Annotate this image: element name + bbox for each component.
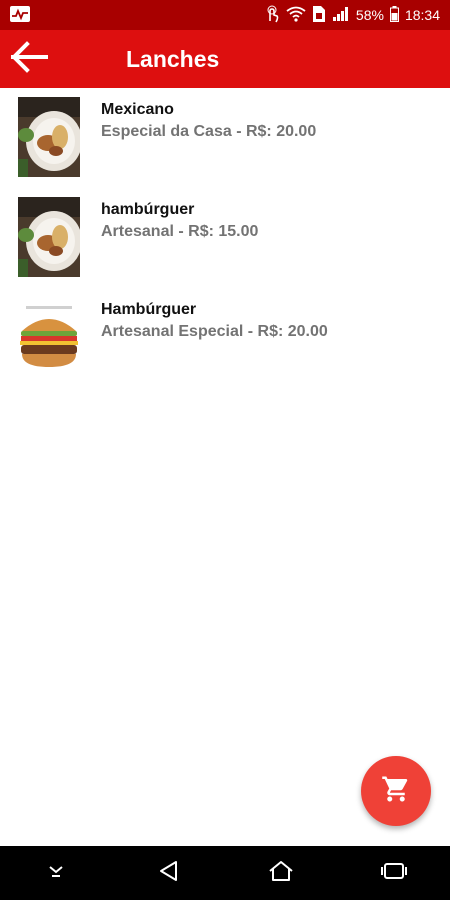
item-subtitle: Especial da Casa - R$: 20.00	[101, 123, 317, 140]
page-title: Lanches	[126, 45, 220, 72]
nav-back-button[interactable]	[139, 846, 199, 900]
home-icon	[268, 860, 294, 887]
arrow-left-icon	[9, 40, 49, 78]
item-title: Mexicano	[101, 101, 174, 118]
sim-icon	[312, 5, 326, 26]
list-item[interactable]: Hambúrguer Artesanal Especial - R$: 20.0…	[0, 288, 450, 388]
back-button[interactable]	[0, 30, 58, 88]
item-title: hambúrguer	[101, 201, 195, 218]
signal-icon	[332, 6, 350, 25]
nav-hide-button[interactable]	[26, 846, 86, 900]
status-bar: 58% 18:34	[0, 0, 450, 30]
item-title: Hambúrguer	[101, 301, 197, 318]
touch-icon	[264, 5, 280, 26]
clock: 18:34	[404, 7, 440, 23]
cart-button[interactable]	[361, 756, 431, 826]
chevron-down-icon	[47, 864, 65, 883]
recents-icon	[380, 861, 407, 886]
list-item[interactable]: hambúrguer Artesanal - R$: 15.00	[0, 188, 450, 288]
navigation-bar	[0, 846, 450, 900]
burger-image	[18, 297, 80, 377]
cart-icon	[381, 774, 411, 809]
back-triangle-icon	[158, 860, 180, 887]
food-plate-image	[18, 97, 80, 177]
product-list: Mexicano Especial da Casa - R$: 20.00 ha…	[0, 88, 450, 388]
battery-icon	[389, 5, 399, 25]
wifi-icon	[286, 6, 306, 25]
app-bar: Lanches	[0, 30, 450, 88]
item-subtitle: Artesanal Especial - R$: 20.00	[101, 323, 328, 340]
food-plate-image	[18, 197, 80, 277]
nav-home-button[interactable]	[251, 846, 311, 900]
battery-percent: 58%	[355, 7, 384, 23]
list-item[interactable]: Mexicano Especial da Casa - R$: 20.00	[0, 88, 450, 188]
item-subtitle: Artesanal - R$: 15.00	[101, 223, 259, 240]
nav-recents-button[interactable]	[364, 846, 424, 900]
activity-icon	[10, 5, 30, 25]
